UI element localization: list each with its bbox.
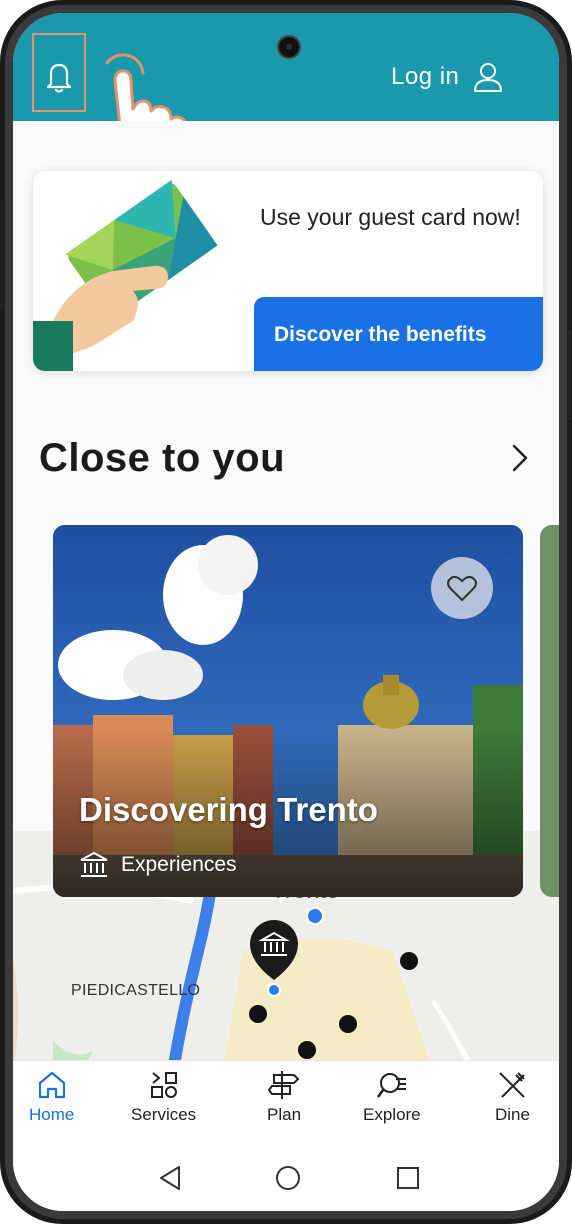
- recents-icon[interactable]: [395, 1164, 421, 1192]
- bell-icon: [46, 63, 72, 93]
- tab-services-label: Services: [131, 1105, 197, 1124]
- chevron-right-icon[interactable]: [509, 441, 531, 475]
- services-icon: [150, 1072, 177, 1098]
- experience-card[interactable]: Discovering Trento Experiences: [53, 525, 523, 897]
- fork-knife-icon: [499, 1072, 526, 1098]
- system-nav-bar: [13, 1148, 559, 1211]
- map-marker[interactable]: [249, 1005, 267, 1023]
- bottom-tab-bar: Home Services Plan Explore Dine: [13, 1060, 559, 1149]
- app-screen: Log in Use your guest card now! Discover…: [13, 13, 559, 1211]
- volume-button: [0, 200, 4, 310]
- guest-card-illustration: [33, 179, 218, 371]
- tab-home-label: Home: [29, 1105, 75, 1124]
- explore-icon: [376, 1073, 406, 1098]
- card-category-label: Experiences: [121, 853, 237, 876]
- map-marker[interactable]: [306, 907, 324, 925]
- login-label: Log in: [391, 63, 460, 90]
- power-button: [568, 330, 572, 420]
- favorite-button[interactable]: [431, 557, 493, 619]
- card-category: Experiences: [79, 851, 237, 879]
- section-title: Close to you: [39, 436, 286, 480]
- next-card-peek[interactable]: [540, 525, 559, 897]
- front-camera: [277, 35, 301, 59]
- map-district-label: PIEDICASTELLO: [71, 982, 201, 999]
- tab-dine[interactable]: Dine: [495, 1069, 530, 1125]
- back-icon[interactable]: [157, 1164, 183, 1192]
- tab-plan-label: Plan: [267, 1105, 302, 1124]
- signpost-icon: [268, 1071, 300, 1099]
- tab-services[interactable]: Services: [131, 1069, 196, 1125]
- home-icon: [38, 1071, 65, 1099]
- map-marker[interactable]: [400, 952, 418, 970]
- user-icon: [474, 63, 503, 92]
- tab-explore-label: Explore: [363, 1105, 421, 1124]
- guest-card-banner[interactable]: Use your guest card now! Discover the be…: [33, 171, 543, 371]
- map-marker[interactable]: [298, 1041, 316, 1059]
- tab-dine-label: Dine: [495, 1105, 530, 1124]
- discover-benefits-button[interactable]: Discover the benefits: [254, 297, 543, 371]
- heart-icon: [447, 575, 477, 601]
- map-marker[interactable]: [339, 1015, 357, 1033]
- tab-plan[interactable]: Plan: [267, 1069, 301, 1125]
- tab-explore[interactable]: Explore: [363, 1069, 421, 1125]
- guest-card-text: Use your guest card now!: [260, 204, 521, 230]
- tab-home[interactable]: Home: [29, 1069, 74, 1125]
- museum-map-pin[interactable]: [248, 918, 300, 1000]
- museum-icon: [80, 851, 108, 877]
- card-title: Discovering Trento: [79, 791, 378, 828]
- home-circle-icon[interactable]: [274, 1164, 302, 1192]
- home-content: Use your guest card now! Discover the be…: [13, 121, 559, 1071]
- login-button[interactable]: Log in: [391, 61, 503, 93]
